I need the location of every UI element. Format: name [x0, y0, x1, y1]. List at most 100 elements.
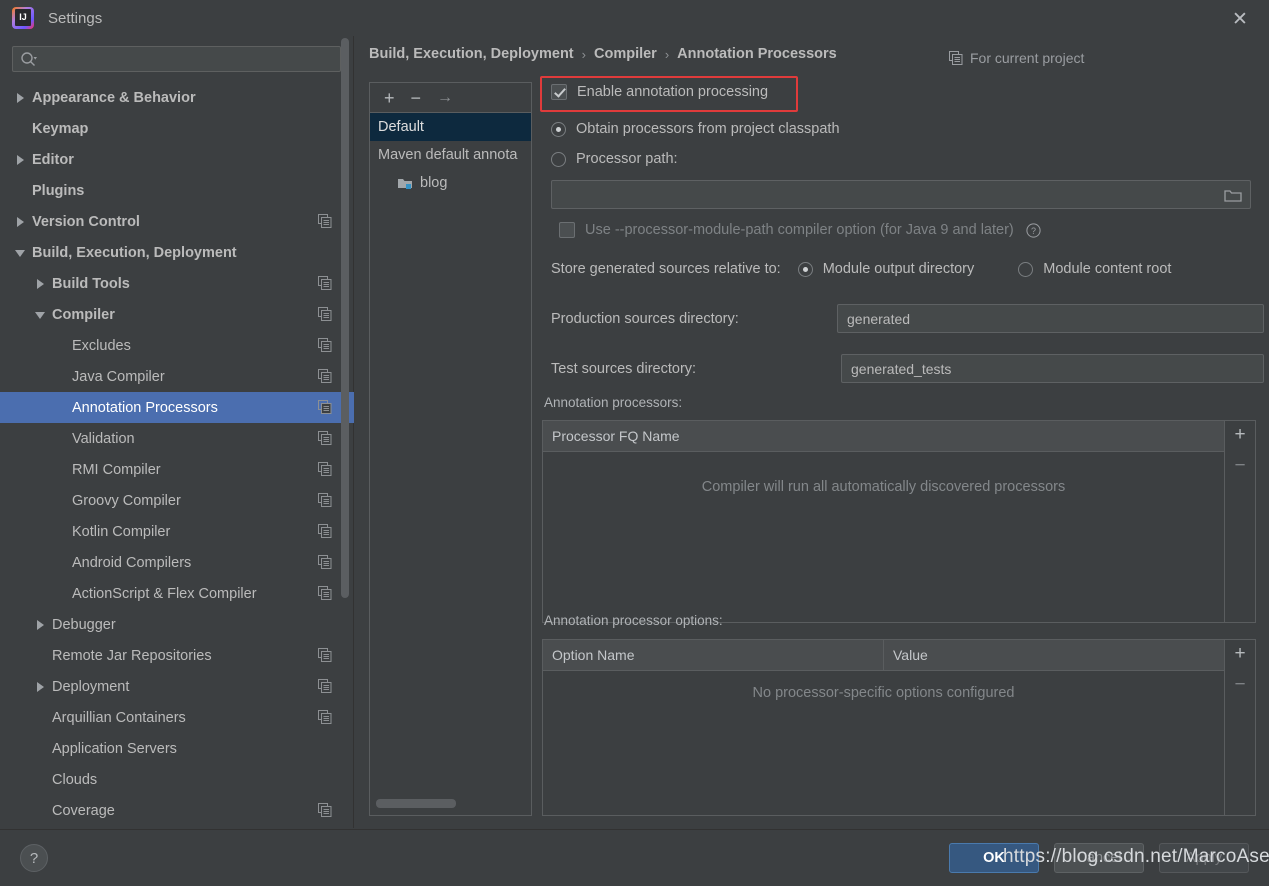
processor-path-row[interactable]: Processor path: [551, 151, 678, 167]
search-input[interactable] [43, 47, 334, 71]
sidebar-item-validation[interactable]: Validation [0, 423, 354, 454]
profiles-horizontal-scrollbar[interactable] [376, 799, 456, 808]
sidebar-item-deployment[interactable]: Deployment [0, 671, 354, 702]
sidebar-item-label: Arquillian Containers [52, 709, 186, 726]
folder-icon[interactable] [1224, 187, 1242, 203]
sidebar-item-editor[interactable]: Editor [0, 144, 354, 175]
copy-icon [318, 214, 332, 228]
sidebar-item-label: Keymap [32, 120, 89, 137]
sidebar-item-label: Validation [72, 430, 135, 447]
for-current-project-label: For current project [949, 50, 1084, 66]
copy-icon [318, 524, 332, 538]
sidebar-item-android-compilers[interactable]: Android Compilers [0, 547, 354, 578]
settings-dialog: Settings ✕ Appearance & Behavior Keymap Ed… [0, 0, 1269, 886]
sidebar-item-clouds[interactable]: Clouds [0, 764, 354, 795]
move-to-profile-button[interactable]: → [437, 89, 453, 106]
remove-option-button[interactable]: − [1234, 675, 1245, 694]
sidebar-item-label: Excludes [72, 337, 131, 354]
sidebar-item-keymap[interactable]: Keymap [0, 113, 354, 144]
obtain-processors-classpath-row[interactable]: Obtain processors from project classpath [551, 121, 840, 137]
sidebar-item-rmi-compiler[interactable]: RMI Compiler [0, 454, 354, 485]
breadcrumb-part-2[interactable]: Compiler [594, 46, 657, 62]
chevron-down-icon[interactable] [14, 246, 28, 260]
module-output-directory-option[interactable]: Module output directory [797, 261, 974, 277]
chevron-right-icon[interactable] [14, 153, 28, 167]
profiles-toolbar: + − → [370, 83, 531, 113]
add-option-button[interactable]: + [1234, 644, 1245, 663]
module-content-root-option[interactable]: Module content root [1018, 261, 1171, 277]
processor-path-radio[interactable] [551, 151, 566, 167]
profile-row[interactable]: blog [370, 169, 531, 197]
remove-processor-button[interactable]: − [1234, 456, 1245, 475]
sidebar-scrollbar[interactable] [341, 38, 349, 598]
sidebar-item-application-servers[interactable]: Application Servers [0, 733, 354, 764]
svg-text:?: ? [1031, 226, 1036, 236]
remove-profile-button[interactable]: − [411, 89, 422, 107]
add-profile-button[interactable]: + [384, 89, 395, 107]
processor-path-field[interactable] [551, 180, 1251, 209]
sidebar-item-label: Debugger [52, 616, 116, 633]
test-sources-input[interactable] [841, 354, 1264, 383]
production-sources-row: Production sources directory: [551, 304, 1264, 333]
profile-row[interactable]: Maven default annota [370, 141, 531, 169]
sidebar-item-arquillian-containers[interactable]: Arquillian Containers [0, 702, 354, 733]
store-generated-sources-row: Store generated sources relative to: Mod… [551, 261, 1171, 277]
module-output-directory-radio[interactable] [797, 261, 813, 277]
sidebar-item-kotlin-compiler[interactable]: Kotlin Compiler [0, 516, 354, 547]
add-processor-button[interactable]: + [1234, 425, 1245, 444]
sidebar-item-debugger[interactable]: Debugger [0, 609, 354, 640]
sidebar-item-label: Annotation Processors [72, 399, 218, 416]
sidebar-item-excludes[interactable]: Excludes [0, 330, 354, 361]
test-sources-row: Test sources directory: [551, 354, 1264, 383]
chevron-down-icon[interactable] [34, 308, 48, 322]
obtain-processors-classpath-radio[interactable] [551, 121, 566, 137]
sidebar-item-compiler[interactable]: Compiler [0, 299, 354, 330]
chevron-right-icon[interactable] [34, 277, 48, 291]
search-container [0, 36, 353, 80]
sidebar-item-label: Android Compilers [72, 554, 192, 571]
annotation-processor-options-caption: Annotation processor options: [544, 613, 723, 628]
copy-icon [318, 803, 332, 817]
enable-annotation-processing-label: Enable annotation processing [577, 84, 769, 100]
annotation-processors-caption: Annotation processors: [544, 395, 683, 410]
use-processor-module-path-checkbox[interactable] [559, 222, 575, 238]
sidebar-item-label: Java Compiler [72, 368, 165, 385]
intellij-idea-logo-icon [12, 7, 34, 29]
sidebar-item-build-tools[interactable]: Build Tools [0, 268, 354, 299]
close-icon[interactable]: ✕ [1227, 6, 1253, 32]
breadcrumb-part-1[interactable]: Build, Execution, Deployment [369, 46, 574, 62]
enable-annotation-processing-row[interactable]: Enable annotation processing [551, 84, 768, 100]
sidebar-item-build-execution-deployment[interactable]: Build, Execution, Deployment [0, 237, 354, 268]
help-button[interactable]: ? [20, 844, 48, 872]
sidebar-item-plugins[interactable]: Plugins [0, 175, 354, 206]
sidebar-item-java-compiler[interactable]: Java Compiler [0, 361, 354, 392]
chevron-right-icon[interactable] [14, 215, 28, 229]
enable-annotation-processing-checkbox[interactable] [551, 84, 567, 100]
production-sources-input[interactable] [837, 304, 1264, 333]
sidebar-item-label: Coverage [52, 802, 115, 819]
use-processor-module-path-row[interactable]: Use --processor-module-path compiler opt… [559, 222, 1041, 238]
search-box[interactable] [12, 46, 341, 72]
sidebar-item-coverage[interactable]: Coverage [0, 795, 354, 826]
sidebar-item-groovy-compiler[interactable]: Groovy Compiler [0, 485, 354, 516]
sidebar-item-version-control[interactable]: Version Control [0, 206, 354, 237]
question-circle-icon[interactable]: ? [1026, 222, 1041, 238]
annotation-processors-empty-message: Compiler will run all automatically disc… [701, 478, 1066, 495]
sidebar-item-actionscript-flex-compiler[interactable]: ActionScript & Flex Compiler [0, 578, 354, 609]
sidebar-item-label: Kotlin Compiler [72, 523, 171, 540]
module-content-root-radio[interactable] [1018, 261, 1034, 277]
chevron-right-icon[interactable] [14, 91, 28, 105]
sidebar-item-annotation-processors[interactable]: Annotation Processors [0, 392, 354, 423]
sidebar-item-remote-jar-repositories[interactable]: Remote Jar Repositories [0, 640, 354, 671]
chevron-right-icon[interactable] [34, 618, 48, 632]
annotation-processor-options-empty-message: No processor-specific options configured [752, 684, 1015, 701]
annotation-processor-options-table: Option Name Value No processor-specific … [542, 639, 1256, 816]
sidebar-item-label: Groovy Compiler [72, 492, 181, 509]
sidebar-item-appearance-behavior[interactable]: Appearance & Behavior [0, 82, 354, 113]
profile-row[interactable]: Default [370, 113, 531, 141]
chevron-right-icon[interactable] [34, 680, 48, 694]
